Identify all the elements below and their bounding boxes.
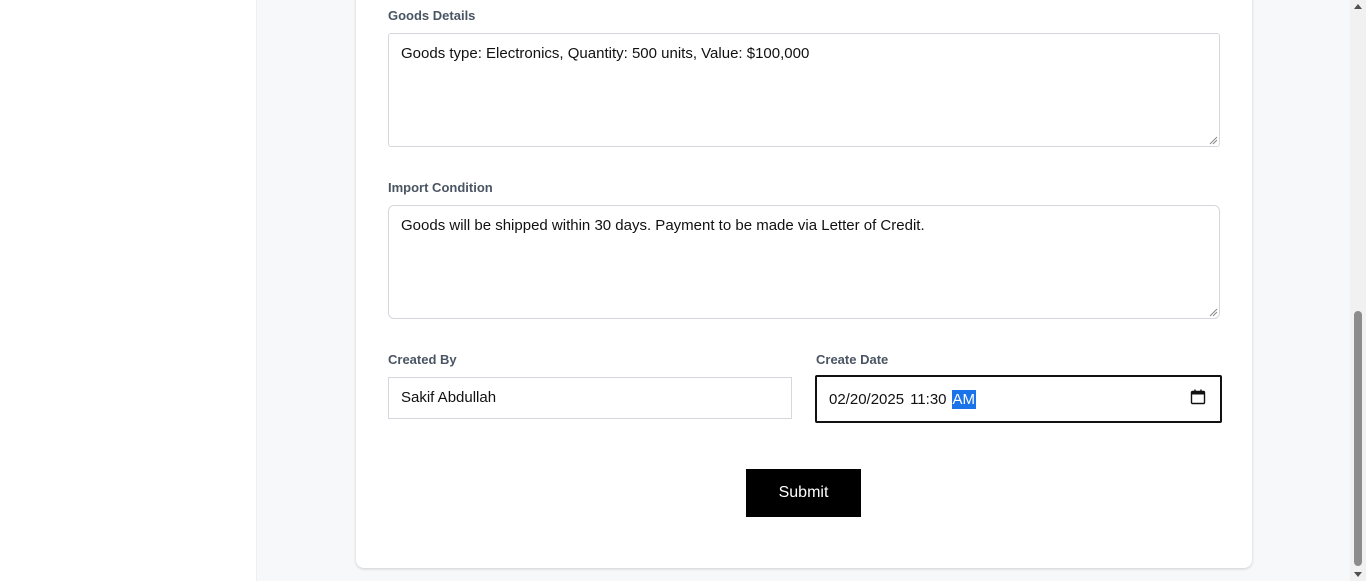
goods-details-value: Goods type: Electronics, Quantity: 500 u…: [401, 45, 810, 62]
scrollbar-thumb[interactable]: [1354, 311, 1362, 566]
create-date-input[interactable]: 02/20/2025 11:30 AM: [815, 375, 1222, 423]
import-condition-label: Import Condition: [388, 180, 493, 195]
resize-grip-icon[interactable]: [1208, 135, 1218, 145]
goods-details-textarea[interactable]: Goods type: Electronics, Quantity: 500 u…: [388, 33, 1220, 147]
left-sidebar: [0, 0, 257, 581]
calendar-icon[interactable]: [1190, 389, 1206, 405]
create-date-time[interactable]: 11:30: [910, 391, 946, 408]
resize-grip-icon[interactable]: [1208, 307, 1218, 317]
main-content: Goods Details Goods type: Electronics, Q…: [257, 0, 1350, 581]
create-date-label: Create Date: [816, 352, 889, 367]
vertical-scrollbar[interactable]: [1350, 0, 1366, 581]
submit-button[interactable]: Submit: [746, 469, 861, 517]
create-date-date[interactable]: 02/20/2025: [829, 391, 904, 408]
create-date-meridiem[interactable]: AM: [951, 389, 977, 409]
scroll-up-icon[interactable]: [1354, 4, 1362, 9]
created-by-input[interactable]: Sakif Abdullah: [388, 377, 792, 419]
form-card: Goods Details Goods type: Electronics, Q…: [356, 0, 1252, 568]
goods-details-label: Goods Details: [388, 8, 476, 23]
import-condition-value: Goods will be shipped within 30 days. Pa…: [401, 217, 925, 234]
import-condition-textarea[interactable]: Goods will be shipped within 30 days. Pa…: [388, 205, 1220, 319]
scroll-down-icon[interactable]: [1354, 572, 1362, 577]
created-by-label: Created By: [388, 352, 457, 367]
